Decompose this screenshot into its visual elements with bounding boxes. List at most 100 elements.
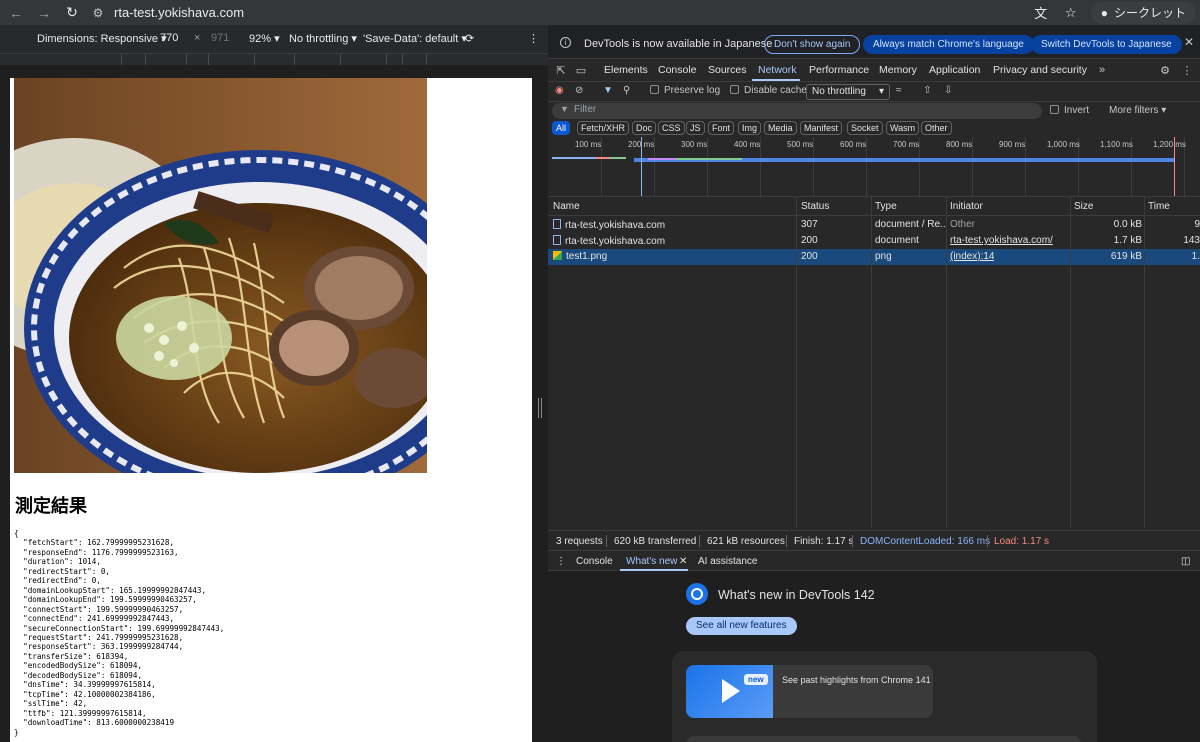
- network-conditions-icon[interactable]: ≈: [896, 85, 902, 96]
- tab-network[interactable]: Network: [758, 64, 797, 76]
- invert-checkbox[interactable]: Invert: [1050, 105, 1089, 116]
- column-header-type[interactable]: Type: [875, 201, 897, 212]
- drawer-tab-ai-assistance[interactable]: AI assistance: [698, 556, 757, 567]
- more-tabs-icon[interactable]: »: [1095, 63, 1109, 77]
- column-header-status[interactable]: Status: [801, 201, 829, 212]
- back-icon[interactable]: ←: [2, 0, 30, 25]
- more-options-icon[interactable]: ⋮: [528, 32, 539, 45]
- filter-input[interactable]: ▼ Filter: [552, 103, 1042, 119]
- forward-icon[interactable]: →: [30, 0, 58, 25]
- tab-console[interactable]: Console: [658, 64, 697, 76]
- export-har-icon[interactable]: ⇩: [944, 85, 952, 96]
- dont-show-again-button[interactable]: Don't show again: [764, 35, 861, 54]
- height-input[interactable]: 971: [211, 32, 229, 44]
- type-filter-font[interactable]: Font: [708, 121, 735, 135]
- close-icon[interactable]: ✕: [1184, 35, 1194, 49]
- column-divider[interactable]: [1144, 197, 1145, 528]
- translate-icon[interactable]: 文: [1031, 3, 1051, 23]
- switch-to-japanese-button[interactable]: Switch DevTools to Japanese: [1031, 35, 1182, 54]
- see-all-features-button[interactable]: See all new features: [686, 617, 797, 635]
- devtools-panel: i DevTools is now available in Japanese …: [548, 25, 1200, 742]
- timeline-label: 1,000 ms: [1047, 140, 1080, 149]
- tab-memory[interactable]: Memory: [879, 64, 917, 76]
- type-filter-media[interactable]: Media: [764, 121, 797, 135]
- column-header-initiator[interactable]: Initiator: [950, 201, 983, 212]
- throttling-select[interactable]: No throttling ▾: [289, 32, 357, 45]
- timeline-label: 500 ms: [787, 140, 814, 149]
- width-input[interactable]: 770: [160, 32, 178, 44]
- type-filter-other[interactable]: Other: [921, 121, 952, 135]
- dock-side-icon[interactable]: ◫: [1181, 556, 1190, 567]
- table-row[interactable]: rta-test.yokishava.com 307 document / Re…: [548, 217, 1200, 233]
- tab-elements[interactable]: Elements: [604, 64, 648, 76]
- type-filter-manifest[interactable]: Manifest: [800, 121, 843, 135]
- network-throttling-select[interactable]: No throttling ▾: [806, 84, 890, 100]
- type-filter-css[interactable]: CSS: [658, 121, 685, 135]
- timeline-label: 600 ms: [840, 140, 867, 149]
- table-row[interactable]: rta-test.yokishava.com 200 document rta-…: [548, 233, 1200, 249]
- summary-finish: Finish: 1.17 s: [794, 536, 854, 547]
- drawer-tab-console[interactable]: Console: [576, 556, 613, 567]
- active-tab-indicator: [752, 79, 800, 81]
- dimensions-select[interactable]: Dimensions: Responsive ▾: [37, 32, 167, 45]
- type-filter-img[interactable]: Img: [738, 121, 762, 135]
- device-toolbar-icon[interactable]: ▭: [574, 63, 588, 77]
- drawer-tab-close-icon[interactable]: ✕: [679, 556, 687, 567]
- initiator-link[interactable]: rta-test.yokishava.com/: [950, 235, 1053, 246]
- timeline-label: 400 ms: [734, 140, 761, 149]
- past-highlights-item[interactable]: new See past highlights from Chrome 141: [686, 665, 933, 718]
- summary-load: Load: 1.17 s: [994, 536, 1050, 547]
- more-filters-dropdown[interactable]: More filters ▾: [1109, 105, 1166, 116]
- overview-waterfall-bar: [676, 158, 742, 160]
- save-data-select[interactable]: 'Save-Data': default ▾: [363, 32, 467, 45]
- type-filter-doc[interactable]: Doc: [632, 121, 657, 135]
- inspect-element-icon[interactable]: ⇱: [554, 63, 568, 77]
- tab-privacy-security[interactable]: Privacy and security: [993, 64, 1087, 76]
- whats-new-title: What's new in DevTools 142: [718, 588, 875, 602]
- type-filter-fetch-xhr[interactable]: Fetch/XHR: [577, 121, 630, 135]
- disable-cache-checkbox[interactable]: Disable cache: [730, 85, 807, 96]
- viewport-resize-handle[interactable]: [538, 398, 542, 418]
- drawer-menu-icon[interactable]: ⋮: [556, 556, 566, 567]
- network-overview[interactable]: 100 ms 200 ms 300 ms 400 ms 500 ms 600 m…: [548, 137, 1200, 197]
- preserve-log-checkbox[interactable]: Preserve log: [650, 85, 720, 96]
- timeline-label: 100 ms: [575, 140, 602, 149]
- import-har-icon[interactable]: ⇧: [923, 85, 931, 96]
- new-badge: new: [744, 674, 768, 685]
- bookmark-star-icon[interactable]: ☆: [1061, 3, 1081, 23]
- tab-application[interactable]: Application: [929, 64, 980, 76]
- type-filter-socket[interactable]: Socket: [847, 121, 883, 135]
- initiator-link[interactable]: (index):14: [950, 251, 994, 262]
- column-header-name[interactable]: Name: [553, 201, 580, 212]
- record-icon[interactable]: ◉: [555, 85, 564, 96]
- filter-funnel-icon[interactable]: ▼: [603, 85, 613, 96]
- column-divider[interactable]: [946, 197, 947, 528]
- dimension-separator: ×: [194, 32, 201, 44]
- column-header-size[interactable]: Size: [1074, 201, 1093, 212]
- browser-toolbar: ← → ↻ ⚙ rta-test.yokishava.com 文 ☆ ● シーク…: [0, 0, 1200, 25]
- play-icon: [722, 679, 740, 703]
- emulated-page: 測定結果 { "fetchStart": 162.79999995231628,…: [10, 78, 532, 742]
- type-filter-wasm[interactable]: Wasm: [886, 121, 920, 135]
- column-divider[interactable]: [796, 197, 797, 528]
- type-filter-js[interactable]: JS: [686, 121, 705, 135]
- more-options-icon[interactable]: ⋮: [1180, 63, 1194, 77]
- table-row-selected[interactable]: test1.png 200 png (index):14 619 kB 1.: [548, 249, 1200, 265]
- column-divider[interactable]: [1070, 197, 1071, 528]
- tab-performance[interactable]: Performance: [809, 64, 869, 76]
- address-bar[interactable]: ⚙ rta-test.yokishava.com: [82, 1, 1092, 24]
- always-match-language-button[interactable]: Always match Chrome's language: [863, 35, 1034, 54]
- clear-icon[interactable]: ⊘: [575, 85, 583, 96]
- drawer-tab-whats-new[interactable]: What's new: [626, 556, 677, 567]
- tab-sources[interactable]: Sources: [708, 64, 747, 76]
- type-filter-all[interactable]: All: [552, 121, 571, 135]
- incognito-button[interactable]: ● シークレット: [1090, 1, 1196, 24]
- column-header-time[interactable]: Time: [1148, 201, 1170, 212]
- zoom-select[interactable]: 92% ▾: [249, 32, 280, 45]
- search-icon[interactable]: ⚲: [623, 85, 630, 96]
- rotate-icon[interactable]: ⟳: [465, 32, 474, 45]
- site-info-icon[interactable]: ⚙: [90, 5, 106, 21]
- column-divider[interactable]: [871, 197, 872, 528]
- network-toolbar: ◉ ⊘ ▼ ⚲ Preserve log Disable cache No th…: [548, 82, 1200, 102]
- settings-gear-icon[interactable]: ⚙: [1158, 63, 1172, 77]
